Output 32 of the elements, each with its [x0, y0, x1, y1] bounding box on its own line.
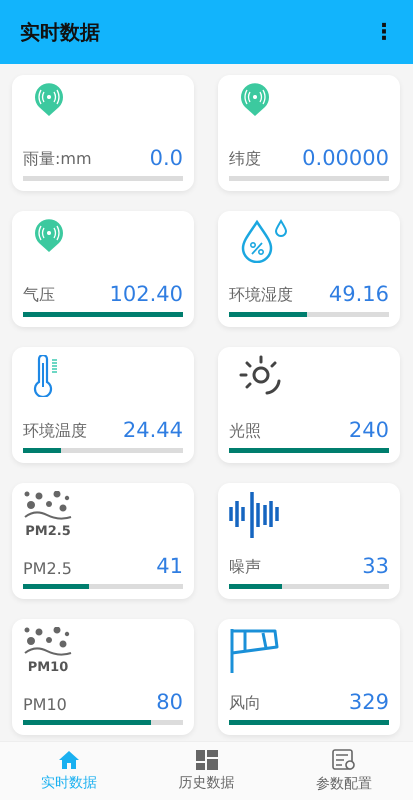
windsock-flag-icon: [229, 627, 279, 675]
sensor-label: 环境温度: [23, 421, 87, 442]
sensor-label: PM2.5: [23, 559, 72, 578]
location-pin-icon: [33, 83, 65, 117]
sensor-value: 329: [348, 690, 389, 714]
app-title: 实时数据: [20, 18, 100, 46]
dashboard-icon: [196, 750, 218, 770]
sensor-value: 102.40: [110, 282, 183, 306]
sensor-label: 纬度: [229, 149, 261, 170]
sensor-value: 0.00000: [302, 146, 389, 170]
sensor-value: 240: [348, 418, 389, 442]
settings-icon: [332, 749, 356, 771]
sensor-value: 0.0: [150, 146, 183, 170]
sensor-value: 49.16: [328, 282, 389, 306]
location-pin-icon: [33, 219, 65, 253]
nav-tab[interactable]: 参数配置: [275, 742, 413, 800]
sensor-value: 80: [156, 690, 183, 714]
sensor-label: 噪声: [229, 557, 261, 578]
sensor-label: 气压: [23, 285, 55, 306]
sensor-value: 24.44: [122, 418, 183, 442]
sensor-value: 33: [362, 554, 389, 578]
sound-wave-icon: [229, 491, 279, 539]
sensor-label: 风向: [229, 693, 261, 714]
sensor-label: 环境湿度: [229, 285, 293, 306]
sensor-label: PM10: [23, 695, 67, 714]
nav-tab[interactable]: 历史数据: [138, 742, 276, 800]
humidity-drop-icon: [239, 219, 287, 263]
location-pin-icon: [239, 83, 271, 117]
sensor-label: 雨量:mm: [23, 149, 92, 170]
sensor-label: 光照: [229, 421, 261, 442]
home-icon: [58, 750, 80, 770]
sensor-value: 41: [156, 554, 183, 578]
